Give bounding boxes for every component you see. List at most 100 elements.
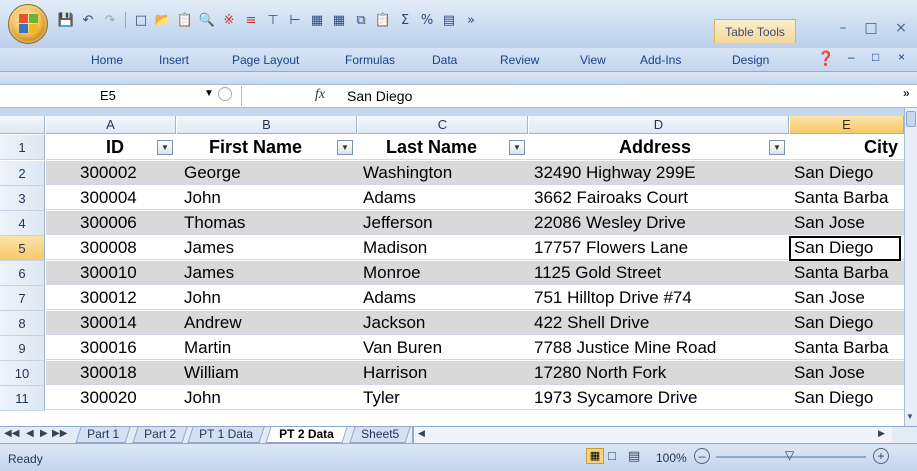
delete-row-icon[interactable]: ≡ — [241, 11, 261, 29]
open-folder-icon[interactable]: 📂 — [153, 11, 173, 29]
cell-address[interactable]: 32490 Highway 299E — [534, 161, 696, 185]
page-layout-view-icon[interactable]: □ — [608, 448, 616, 463]
tab-view[interactable]: View — [580, 53, 606, 67]
row-header[interactable]: 8 — [0, 311, 45, 336]
paste-special-icon[interactable]: 📋 — [373, 11, 393, 29]
vertical-scrollbar[interactable]: ▼ — [904, 108, 917, 426]
filter-dropdown-icon[interactable]: ▼ — [337, 140, 353, 155]
autosum-icon[interactable]: Σ — [395, 11, 415, 29]
row-header[interactable]: 4 — [0, 211, 45, 236]
cell-id[interactable]: 300004 — [80, 186, 137, 210]
cell-last-name[interactable]: Monroe — [363, 261, 421, 285]
tab-insert[interactable]: Insert — [159, 53, 189, 67]
ribbon-restore-icon[interactable]: □ — [872, 50, 879, 64]
cell-city[interactable]: San Diego — [794, 386, 904, 410]
cell-city[interactable]: San Jose — [794, 211, 904, 235]
save-icon[interactable]: 💾 — [56, 11, 76, 29]
cell-city[interactable]: Santa Barba — [794, 336, 904, 360]
paste-icon[interactable]: 📋 — [175, 11, 195, 29]
cell-city[interactable]: San Diego — [794, 161, 904, 185]
tab-data[interactable]: Data — [432, 53, 457, 67]
row-header-selected[interactable]: 5 — [0, 236, 45, 261]
row-header[interactable]: 7 — [0, 286, 45, 311]
tab-review[interactable]: Review — [500, 53, 539, 67]
header-cell-address[interactable]: Address — [619, 135, 691, 159]
row-header[interactable]: 9 — [0, 336, 45, 361]
cell-id[interactable]: 300020 — [80, 386, 137, 410]
percent-icon[interactable]: % — [417, 11, 437, 29]
more-commands-icon[interactable]: » — [461, 11, 481, 29]
normal-view-icon[interactable]: ▦ — [586, 448, 604, 464]
sheet-tab[interactable]: Sheet5 — [349, 427, 411, 443]
cell-first-name[interactable]: James — [184, 261, 234, 285]
cell-city[interactable]: San Jose — [794, 286, 904, 310]
sheet-tab-active[interactable]: PT 2 Data — [265, 427, 348, 443]
cell-city[interactable]: Santa Barba — [794, 186, 904, 210]
cell-id[interactable]: 300010 — [80, 261, 137, 285]
cell-last-name[interactable]: Jefferson — [363, 211, 433, 235]
cell-last-name[interactable]: Jackson — [363, 311, 425, 335]
chart-icon[interactable]: ▦ — [307, 11, 327, 29]
help-icon[interactable]: ❓ — [817, 50, 834, 67]
cell-id[interactable]: 300014 — [80, 311, 137, 335]
header-cell-city[interactable]: City — [864, 135, 898, 159]
header-cell-first-name[interactable]: First Name — [209, 135, 302, 159]
cell-address[interactable]: 17280 North Fork — [534, 361, 666, 385]
insert-column-icon[interactable]: ⊤ — [263, 11, 283, 29]
cell-last-name[interactable]: Adams — [363, 286, 416, 310]
row-header[interactable]: 10 — [0, 361, 45, 386]
row-header[interactable]: 3 — [0, 186, 45, 211]
expand-formula-bar-icon[interactable]: » — [903, 86, 910, 100]
tab-home[interactable]: Home — [91, 53, 123, 67]
office-button[interactable] — [8, 4, 48, 44]
last-sheet-icon[interactable]: ▶▶ — [52, 428, 67, 439]
minimize-window-icon[interactable]: – — [832, 20, 854, 38]
scroll-down-arrow-icon[interactable]: ▼ — [906, 412, 914, 421]
cell-last-name[interactable]: Madison — [363, 236, 427, 260]
column-header-a[interactable]: A — [46, 116, 176, 134]
cell-first-name[interactable]: Thomas — [184, 211, 245, 235]
merge-cells-icon[interactable]: ▤ — [439, 11, 459, 29]
cell-id[interactable]: 300016 — [80, 336, 137, 360]
copy-icon[interactable]: ⧉ — [351, 11, 371, 29]
filter-dropdown-icon[interactable]: ▼ — [509, 140, 525, 155]
scroll-left-icon[interactable]: ◀ — [418, 428, 425, 439]
page-break-view-icon[interactable]: ▤ — [628, 448, 640, 464]
cell-first-name[interactable]: George — [184, 161, 241, 185]
tab-add-ins[interactable]: Add-Ins — [640, 53, 681, 67]
cell-city[interactable]: San Jose — [794, 361, 904, 385]
cell-address[interactable]: 22086 Wesley Drive — [534, 211, 686, 235]
cell-id[interactable]: 300002 — [80, 161, 137, 185]
cell-last-name[interactable]: Washington — [363, 161, 452, 185]
cell-address[interactable]: 1125 Gold Street — [534, 261, 661, 285]
print-preview-icon[interactable]: 🔍 — [197, 11, 217, 29]
name-box[interactable]: E5 ▼ — [4, 86, 242, 106]
cell-first-name[interactable]: John — [184, 386, 221, 410]
tab-formulas[interactable]: Formulas — [345, 53, 395, 67]
maximize-window-icon[interactable]: □ — [860, 20, 882, 38]
insert-row-icon[interactable]: ⊢ — [285, 11, 305, 29]
sheet-tab[interactable]: Part 1 — [75, 427, 131, 443]
first-sheet-icon[interactable]: ◀◀ — [4, 428, 19, 439]
filter-dropdown-icon[interactable]: ▼ — [157, 140, 173, 155]
cell-first-name[interactable]: John — [184, 186, 221, 210]
cell-address[interactable]: 7788 Justice Mine Road — [534, 336, 716, 360]
redo-icon[interactable]: ↷ — [100, 11, 120, 29]
fx-icon[interactable]: fx — [315, 87, 325, 103]
sheet-tab[interactable]: PT 1 Data — [187, 427, 265, 443]
formula-input[interactable]: San Diego — [337, 86, 897, 106]
name-box-dropdown-icon[interactable]: ▼ — [204, 88, 214, 99]
zoom-in-icon[interactable]: + — [873, 448, 889, 464]
header-cell-last-name[interactable]: Last Name — [386, 135, 477, 159]
row-header[interactable]: 2 — [0, 161, 45, 186]
tab-design[interactable]: Design — [732, 53, 769, 67]
cell-last-name[interactable]: Adams — [363, 186, 416, 210]
new-document-icon[interactable]: □ — [131, 11, 151, 29]
filter-dropdown-icon[interactable]: ▼ — [769, 140, 785, 155]
row-header[interactable]: 6 — [0, 261, 45, 286]
cell-id[interactable]: 300006 — [80, 211, 137, 235]
ribbon-close-icon[interactable]: × — [898, 50, 905, 64]
cell-address[interactable]: 422 Shell Drive — [534, 311, 649, 335]
close-window-icon[interactable]: × — [890, 20, 912, 38]
borders-icon[interactable]: ▦ — [329, 11, 349, 29]
